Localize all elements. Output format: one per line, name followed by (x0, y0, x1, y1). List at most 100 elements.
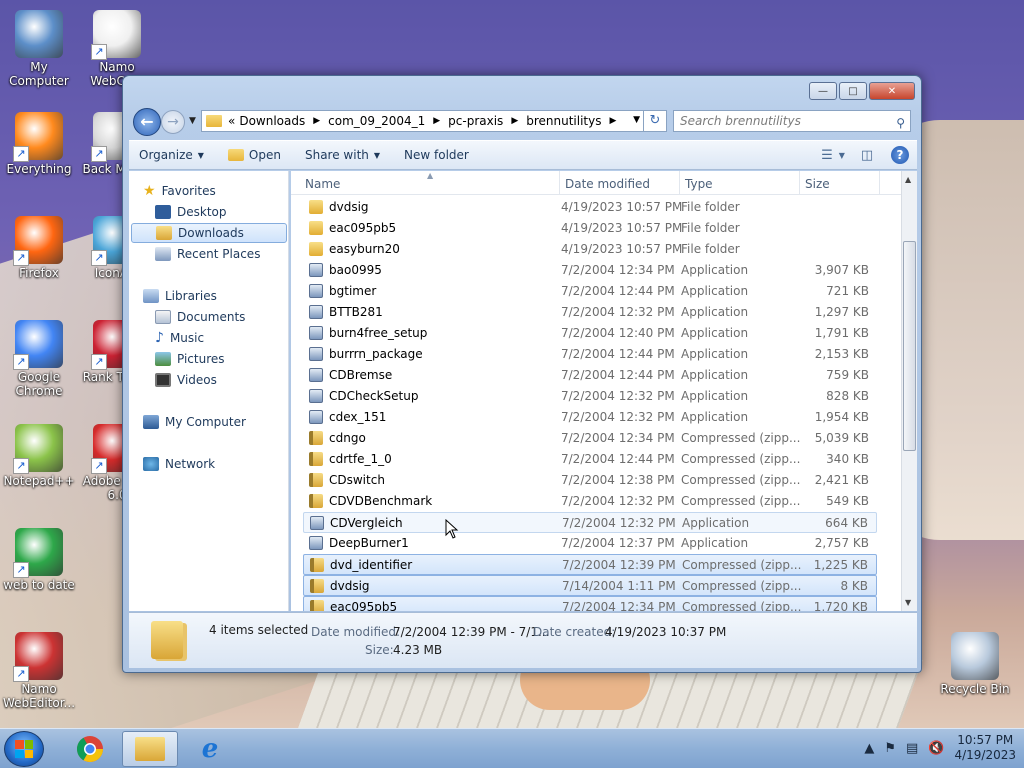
breadcrumb-item[interactable]: Downloads (239, 114, 305, 128)
nav-libraries[interactable]: Libraries (143, 286, 217, 306)
nav-favorites[interactable]: ★ Favorites (143, 181, 216, 201)
nav-downloads[interactable]: Downloads (131, 223, 287, 243)
explorer-window[interactable]: — □ ✕ ← → ▼ « Downloads ▶ com_09_2004_1 ▶ … (122, 75, 922, 673)
column-divider[interactable] (879, 171, 880, 195)
file-name: burrrn_package (329, 347, 423, 361)
file-row[interactable]: cdngo 7/2/2004 12:34 PM Compressed (zipp..… (303, 428, 877, 449)
file-row[interactable]: CDCheckSetup 7/2/2004 12:32 PM Application… (303, 386, 877, 407)
column-divider[interactable] (679, 171, 680, 195)
desktop-shortcut[interactable]: ↗ Firefox (0, 216, 78, 280)
nav-my-computer[interactable]: My Computer (143, 412, 246, 432)
column-name[interactable]: Name (305, 177, 340, 191)
file-row[interactable]: burrrn_package 7/2/2004 12:44 PM Applicati… (303, 344, 877, 365)
chevron-right-icon[interactable]: ▶ (313, 116, 320, 126)
new-folder-button[interactable]: New folder (404, 148, 469, 162)
file-row[interactable]: cdrtfe_1_0 7/2/2004 12:44 PM Compressed (z… (303, 449, 877, 470)
breadcrumb-item[interactable]: pc-praxis (448, 114, 503, 128)
desktop-shortcut[interactable]: ↗ web to date (0, 528, 78, 592)
chevron-right-icon[interactable]: ▶ (511, 116, 518, 126)
computer-icon (143, 415, 159, 429)
scroll-up-arrow[interactable]: ▲ (905, 175, 911, 184)
column-date-modified[interactable]: Date modified (565, 177, 650, 191)
file-list[interactable]: Name ▲ Date modified Type Size dvdsig 4/1… (291, 171, 901, 611)
search-icon[interactable]: ⚲ (896, 113, 905, 133)
file-row[interactable]: bao0995 7/2/2004 12:34 PM Application 3,907… (303, 260, 877, 281)
nav-network[interactable]: Network (143, 454, 215, 474)
vertical-scrollbar[interactable]: ▲ ▼ (901, 171, 917, 611)
breadcrumb-item[interactable]: com_09_2004_1 (328, 114, 425, 128)
column-divider[interactable] (799, 171, 800, 195)
nav-desktop[interactable]: Desktop (155, 202, 227, 222)
organize-button[interactable]: Organize ▼ (139, 148, 204, 162)
show-hidden-icons-icon[interactable]: ▲ (864, 741, 874, 756)
file-row[interactable]: DeepBurner1 7/2/2004 12:37 PM Application 2… (303, 533, 877, 554)
minimize-button[interactable]: — (809, 82, 837, 100)
file-row[interactable]: easyburn20 4/19/2023 10:57 PM File folder (303, 239, 877, 260)
scrollbar-thumb[interactable] (903, 241, 916, 451)
share-with-button[interactable]: Share with ▼ (305, 148, 380, 162)
chevron-down-icon[interactable]: ▼ (633, 115, 640, 125)
file-row[interactable]: dvd_identifier 7/2/2004 12:39 PM Compresse… (303, 554, 877, 575)
file-row[interactable]: bgtimer 7/2/2004 12:44 PM Application 721 K… (303, 281, 877, 302)
action-center-flag-icon[interactable]: ⚑ (884, 741, 896, 756)
clock[interactable]: 10:57 PM 4/19/2023 (954, 733, 1016, 763)
nav-music[interactable]: ♪ Music (155, 328, 204, 348)
help-icon[interactable]: ? (891, 146, 909, 164)
desktop-shortcut[interactable]: ↗ Google Chrome (0, 320, 78, 398)
file-row[interactable]: eac095pb5 7/2/2004 12:34 PM Compressed (zi… (303, 596, 877, 611)
file-date-modified: 7/2/2004 12:32 PM (561, 410, 675, 424)
application-icon (309, 326, 323, 340)
file-row[interactable]: eac095pb5 4/19/2023 10:57 PM File folder (303, 218, 877, 239)
breadcrumb-item[interactable]: brennutilitys (526, 114, 601, 128)
view-options-icon[interactable]: ☰ ▼ (821, 145, 845, 165)
network-status-icon[interactable]: ▤ (906, 741, 918, 756)
column-type[interactable]: Type (685, 177, 713, 191)
taskbar-internet-explorer[interactable]: e (182, 731, 238, 767)
nav-documents[interactable]: Documents (155, 307, 245, 327)
search-input[interactable]: Search brennutilitys ⚲ (673, 110, 911, 132)
open-button[interactable]: Open (227, 148, 281, 162)
start-button[interactable] (4, 731, 44, 767)
forward-button[interactable]: → (161, 110, 185, 134)
libraries-icon (143, 289, 159, 303)
nav-recent-places[interactable]: Recent Places (155, 244, 260, 264)
file-row[interactable]: CDswitch 7/2/2004 12:38 PM Compressed (zip… (303, 470, 877, 491)
maximize-button[interactable]: □ (839, 82, 867, 100)
desktop-shortcut-label: Notepad++ (3, 474, 75, 488)
taskbar-chrome[interactable] (62, 731, 118, 767)
nav-label: Videos (177, 373, 217, 387)
file-row[interactable]: burn4free_setup 7/2/2004 12:40 PM Applicat… (303, 323, 877, 344)
file-row[interactable]: CDBremse 7/2/2004 12:44 PM Application 759 … (303, 365, 877, 386)
file-row[interactable]: CDVergleich 7/2/2004 12:32 PM Application 6… (303, 512, 877, 533)
desktop-shortcut[interactable]: Recycle Bin (936, 632, 1014, 696)
recent-pages-dropdown[interactable]: ▼ (189, 116, 196, 126)
desktop-shortcut[interactable]: My Computer (0, 10, 78, 88)
nav-videos[interactable]: Videos (155, 370, 217, 390)
file-row[interactable]: CDVDBenchmark 7/2/2004 12:32 PM Compressed… (303, 491, 877, 512)
file-row[interactable]: dvdsig 7/14/2004 1:11 PM Compressed (zipp.… (303, 575, 877, 596)
file-row[interactable]: cdex_151 7/2/2004 12:32 PM Application 1,95… (303, 407, 877, 428)
column-divider[interactable] (559, 171, 560, 195)
desktop-shortcut[interactable]: ↗ Notepad++ (0, 424, 78, 488)
breadcrumb-overflow[interactable]: « (228, 114, 235, 128)
preview-pane-icon[interactable]: ◫ (857, 145, 877, 165)
refresh-button[interactable]: ↻ (643, 110, 667, 132)
file-size: 5,039 KB (814, 431, 869, 445)
scroll-down-arrow[interactable]: ▼ (905, 598, 911, 607)
desktop-shortcut[interactable]: ↗ Namo WebEditor... (0, 632, 78, 710)
back-button[interactable]: ← (133, 108, 161, 136)
nav-pictures[interactable]: Pictures (155, 349, 225, 369)
zip-folder-icon (309, 473, 323, 487)
desktop-shortcut[interactable]: ↗ Everything (0, 112, 78, 176)
file-row[interactable]: BTTB281 7/2/2004 12:32 PM Application 1,297… (303, 302, 877, 323)
chevron-right-icon[interactable]: ▶ (610, 116, 617, 126)
close-button[interactable]: ✕ (869, 82, 915, 100)
taskbar-explorer[interactable] (122, 731, 178, 767)
address-bar[interactable]: « Downloads ▶ com_09_2004_1 ▶ pc-praxis ▶ b… (201, 110, 647, 132)
column-size[interactable]: Size (805, 177, 830, 191)
volume-muted-icon[interactable]: 🔇 (928, 741, 944, 756)
file-row[interactable]: dvdsig 4/19/2023 10:57 PM File folder (303, 197, 877, 218)
date-created-label: Date created: (533, 625, 616, 639)
windows-logo-icon (15, 740, 33, 758)
chevron-right-icon[interactable]: ▶ (433, 116, 440, 126)
